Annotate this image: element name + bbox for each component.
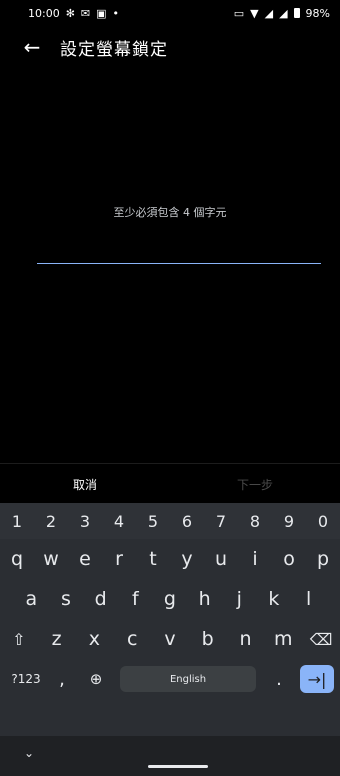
key-m[interactable]: m (267, 628, 299, 650)
key-n[interactable]: n (229, 628, 261, 650)
navigation-bar: ⌄ (0, 736, 340, 776)
key-r[interactable]: r (102, 548, 136, 570)
key-g[interactable]: g (153, 588, 187, 610)
key-d[interactable]: d (84, 588, 118, 610)
keyboard-row-2: a s d f g h j k l (0, 579, 340, 619)
page-title: 設定螢幕鎖定 (60, 39, 168, 60)
key-1[interactable]: 1 (0, 512, 34, 531)
wifi-icon: ▼ (250, 6, 259, 20)
password-input[interactable] (37, 240, 321, 264)
key-8[interactable]: 8 (238, 512, 272, 531)
battery-fill (294, 9, 299, 17)
signal-4g-icon: ◢ (264, 6, 274, 20)
shift-icon[interactable]: ⇧ (3, 630, 35, 649)
battery-body (293, 8, 300, 18)
key-a[interactable]: a (14, 588, 48, 610)
key-e[interactable]: e (68, 548, 102, 570)
keyboard-row-1: q w e r t y u i o p (0, 539, 340, 579)
key-p[interactable]: p (306, 548, 340, 570)
key-t[interactable]: t (136, 548, 170, 570)
battery-percent: 98% (305, 6, 330, 20)
globe-icon[interactable]: ⊕ (78, 670, 114, 688)
status-time: 10:00 (28, 6, 60, 20)
key-q[interactable]: q (0, 548, 34, 570)
status-bar: 10:00 ✻ ✉ ▣ • ▭ ▼ ◢ ◢ 98% (0, 0, 340, 26)
keyboard-number-row: 1 2 3 4 5 6 7 8 9 0 (0, 503, 340, 539)
dot-icon: • (112, 6, 120, 20)
key-s[interactable]: s (49, 588, 83, 610)
key-j[interactable]: j (222, 588, 256, 610)
keyboard-bottom-row: ?123 , ⊕ English . →| (0, 659, 340, 699)
key-b[interactable]: b (192, 628, 224, 650)
gear-icon: ✻ (65, 6, 75, 20)
vibrate-icon: ▭ (233, 6, 245, 20)
key-3[interactable]: 3 (68, 512, 102, 531)
key-5[interactable]: 5 (136, 512, 170, 531)
comma-key[interactable]: , (46, 669, 78, 690)
key-2[interactable]: 2 (34, 512, 68, 531)
action-row: 取消 下一步 (0, 463, 340, 504)
app-bar: ← 設定螢幕鎖定 (0, 28, 340, 66)
key-l[interactable]: l (292, 588, 326, 610)
key-9[interactable]: 9 (272, 512, 306, 531)
key-x[interactable]: x (78, 628, 110, 650)
key-v[interactable]: v (154, 628, 186, 650)
keyboard: 1 2 3 4 5 6 7 8 9 0 q w e r t y u i o p … (0, 503, 340, 736)
key-y[interactable]: y (170, 548, 204, 570)
key-f[interactable]: f (118, 588, 152, 610)
period-key[interactable]: . (262, 669, 296, 690)
battery-icon (293, 8, 300, 18)
signal-icon: ◢ (279, 6, 288, 20)
key-6[interactable]: 6 (170, 512, 204, 531)
gmail-icon: ✉ (80, 6, 91, 20)
next-button[interactable]: 下一步 (170, 476, 340, 493)
key-i[interactable]: i (238, 548, 272, 570)
screenshot-icon: ▣ (96, 6, 107, 20)
cancel-button[interactable]: 取消 (0, 476, 170, 493)
space-bar[interactable]: English (120, 666, 256, 692)
tab-next-icon[interactable]: →| (300, 665, 334, 693)
key-0[interactable]: 0 (306, 512, 340, 531)
chevron-down-icon[interactable]: ⌄ (24, 746, 34, 760)
key-z[interactable]: z (41, 628, 73, 650)
symbols-key[interactable]: ?123 (6, 672, 46, 686)
keyboard-row-3: ⇧ z x c v b n m ⌫ (0, 619, 340, 659)
key-o[interactable]: o (272, 548, 306, 570)
key-c[interactable]: c (116, 628, 148, 650)
home-indicator[interactable] (148, 765, 208, 768)
key-7[interactable]: 7 (204, 512, 238, 531)
back-arrow-icon[interactable]: ← (12, 28, 52, 66)
backspace-icon[interactable]: ⌫ (305, 630, 337, 649)
status-right: ▭ ▼ ◢ ◢ 98% (234, 7, 330, 20)
status-left: 10:00 ✻ ✉ ▣ • (28, 7, 119, 20)
key-4[interactable]: 4 (102, 512, 136, 531)
key-h[interactable]: h (188, 588, 222, 610)
password-hint: 至少必須包含 4 個字元 (113, 206, 227, 219)
key-u[interactable]: u (204, 548, 238, 570)
key-w[interactable]: w (34, 548, 68, 570)
key-k[interactable]: k (257, 588, 291, 610)
